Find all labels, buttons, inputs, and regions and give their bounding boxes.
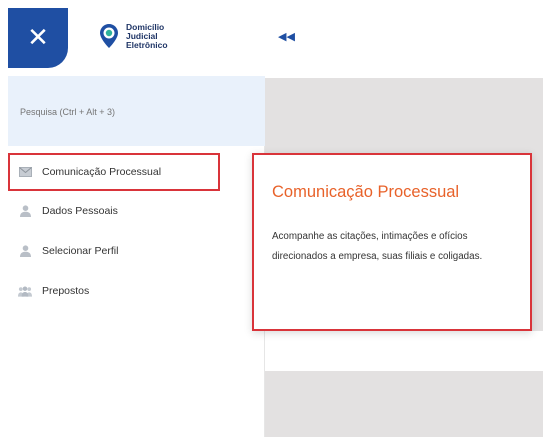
popover-title: Comunicação Processual <box>272 183 460 201</box>
search-area <box>8 76 265 146</box>
group-icon <box>18 285 32 297</box>
sidebar-menu: Comunicação Processual Dados Pessoais Se… <box>8 150 265 311</box>
person-icon <box>18 205 32 217</box>
app-logo: Domicílio Judicial Eletrônico <box>100 14 168 58</box>
feature-popover: Comunicação Processual Acompanhe as cita… <box>252 153 532 331</box>
content-panel <box>265 331 543 371</box>
sidebar-header: ✕ Domicílio Judicial Eletrônico <box>0 0 265 76</box>
location-pin-icon <box>100 24 118 48</box>
mail-icon <box>18 166 32 178</box>
sidebar-item-selecionar-perfil[interactable]: Selecionar Perfil <box>8 231 265 271</box>
sidebar-item-comunicacao-processual[interactable]: Comunicação Processual <box>8 153 220 191</box>
search-input[interactable] <box>20 107 240 117</box>
sidebar-item-label: Comunicação Processual <box>42 166 162 178</box>
sidebar-item-prepostos[interactable]: Prepostos <box>8 271 265 311</box>
logo-line-3: Eletrônico <box>126 39 168 50</box>
popover-description: Acompanhe as citações, intimações e ofíc… <box>272 231 483 262</box>
sidebar-item-dados-pessoais[interactable]: Dados Pessoais <box>8 191 265 231</box>
top-bar: ◀◀ <box>265 0 543 78</box>
person-icon <box>18 245 32 257</box>
sidebar-item-label: Prepostos <box>42 285 90 297</box>
sidebar: ✕ Domicílio Judicial Eletrônico Pesquisa… <box>0 0 265 437</box>
sidebar-item-label: Selecionar Perfil <box>42 245 119 257</box>
double-chevron-left-icon[interactable]: ◀◀ <box>278 30 295 44</box>
close-icon[interactable]: ✕ <box>8 8 68 68</box>
sidebar-item-label: Dados Pessoais <box>42 205 118 217</box>
